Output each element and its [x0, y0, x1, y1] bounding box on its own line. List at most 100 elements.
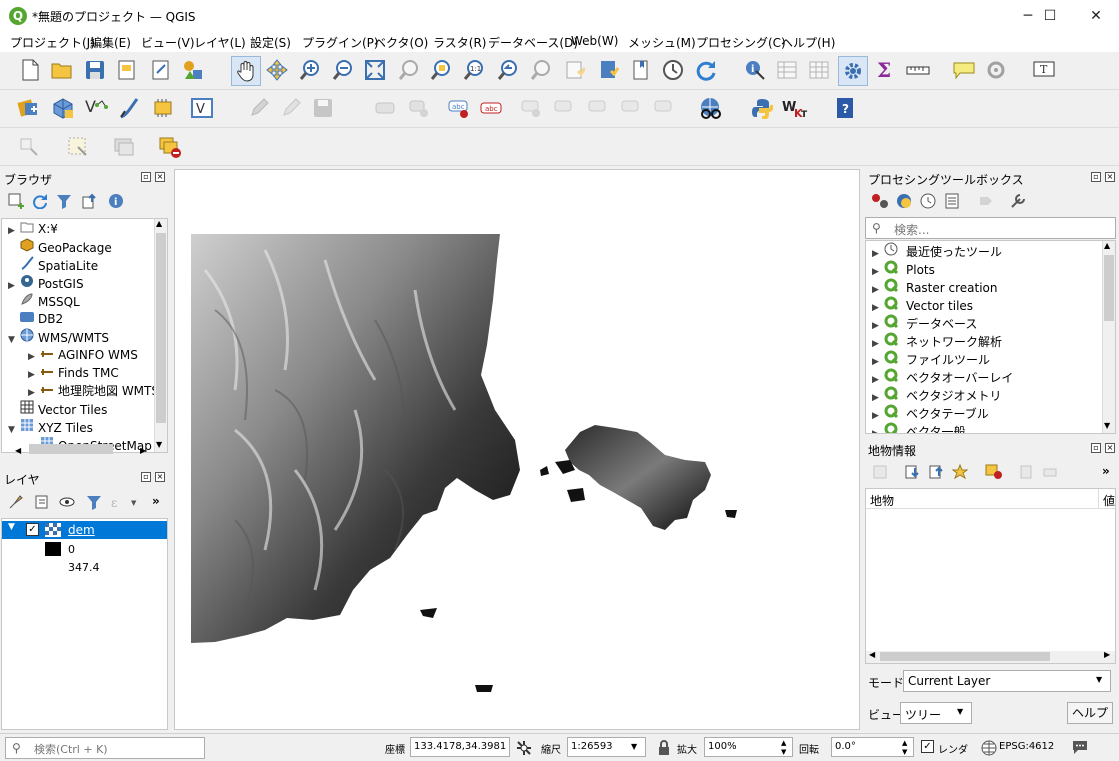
move-label-icon[interactable]: [586, 95, 612, 121]
menu-database[interactable]: データベース(D): [488, 34, 578, 51]
pan-map-icon[interactable]: [231, 56, 261, 86]
print-results-icon[interactable]: [1038, 460, 1062, 484]
value-column-header[interactable]: 値: [1098, 489, 1115, 508]
menu-web[interactable]: Web(W): [571, 34, 618, 48]
refresh-browser-icon[interactable]: [28, 189, 52, 213]
manage-visibility-icon[interactable]: [56, 490, 80, 514]
processing-scrollbar[interactable]: ▲ ▼: [1102, 241, 1115, 433]
filter-expression-icon[interactable]: ε: [106, 490, 130, 514]
zoom-full-icon[interactable]: [362, 57, 388, 83]
processing-item-vector-tiles[interactable]: ▶ Vector tiles: [872, 296, 973, 314]
change-label-icon[interactable]: [652, 95, 678, 121]
results-viewer-icon[interactable]: [940, 189, 964, 213]
view-select[interactable]: ツリー ▼: [900, 702, 972, 724]
menu-settings[interactable]: 設定(S): [250, 34, 291, 51]
data-source-manager-icon[interactable]: [16, 95, 42, 121]
identify-overflow-icon[interactable]: »: [1102, 464, 1110, 478]
digitize-icon[interactable]: [16, 134, 42, 160]
processing-item-vector-general[interactable]: ▶ ベクタ一般: [872, 422, 966, 433]
deselect-features-icon[interactable]: [111, 134, 137, 160]
browser-item-wms[interactable]: ▼ WMS/WMTS: [8, 328, 109, 346]
processing-item-network[interactable]: ▶ ネットワーク解析: [872, 332, 1002, 350]
scroll-right-icon[interactable]: ▶: [1104, 650, 1110, 659]
browser-scrollbar[interactable]: ▲ ▼: [154, 219, 167, 452]
zoom-out-icon[interactable]: [330, 57, 356, 83]
crs-label[interactable]: EPSG:4612: [999, 741, 1054, 752]
scroll-right-icon[interactable]: ▶: [140, 446, 146, 455]
menu-layer[interactable]: レイヤ(L): [194, 34, 246, 51]
scroll-thumb[interactable]: [1104, 255, 1114, 321]
filter-browser-icon[interactable]: [52, 189, 76, 213]
processing-options-icon[interactable]: [1006, 189, 1030, 213]
save-project-icon[interactable]: [82, 57, 108, 83]
pan-to-selection-icon[interactable]: [264, 57, 290, 83]
python-console-icon[interactable]: [749, 95, 775, 121]
browser-item-spatialite[interactable]: SpatiaLite: [8, 256, 98, 274]
menu-mesh[interactable]: メッシュ(M): [628, 34, 696, 51]
label-highlight-icon[interactable]: abc: [478, 95, 504, 121]
expand-tree-icon[interactable]: [868, 460, 892, 484]
scroll-thumb[interactable]: [156, 233, 166, 423]
browser-item-postgis[interactable]: ▶ PostGIS: [8, 274, 84, 292]
menu-edit[interactable]: 編集(E): [90, 34, 131, 51]
collapse-arrow-icon[interactable]: ▼: [8, 421, 20, 439]
style-layers-icon[interactable]: [4, 490, 28, 514]
rotation-field[interactable]: 0.0° ▲ ▼: [831, 737, 914, 757]
processing-item-vector-overlay[interactable]: ▶ ベクタオーバーレイ: [872, 368, 1013, 386]
browser-close-button[interactable]: ×: [155, 172, 165, 182]
wkt-plugin-icon[interactable]: WKT: [782, 95, 808, 121]
deselect-all-layers-icon[interactable]: [157, 134, 183, 160]
clear-results-icon[interactable]: [982, 460, 1006, 484]
new-geopackage-layer-icon[interactable]: [50, 95, 76, 121]
zoom-in-icon[interactable]: [297, 57, 323, 83]
filter-legend-icon[interactable]: [82, 490, 106, 514]
processing-float-button[interactable]: ▫: [1091, 172, 1101, 182]
map-tips-icon[interactable]: [951, 57, 977, 83]
statistical-summary-icon[interactable]: Σ: [873, 57, 899, 83]
menu-help[interactable]: ヘルプ(H): [781, 34, 835, 51]
scroll-up-icon[interactable]: ▲: [156, 219, 162, 228]
browser-item-aginfo[interactable]: ▶ AGINFO WMS: [28, 346, 138, 364]
processing-toolbox-icon[interactable]: [838, 56, 868, 86]
map-canvas[interactable]: [174, 169, 860, 730]
models-icon[interactable]: [868, 189, 892, 213]
toggle-extents-icon[interactable]: [515, 739, 533, 760]
browser-item-xyz[interactable]: ▼ XYZ Tiles: [8, 418, 93, 436]
zoom-to-layer-icon[interactable]: [428, 57, 454, 83]
zoom-to-selection-icon[interactable]: [396, 57, 422, 83]
browser-item-db2[interactable]: DB2: [8, 310, 63, 328]
layer-name[interactable]: dem: [68, 523, 95, 537]
text-annotation-icon[interactable]: T: [1031, 57, 1057, 83]
scroll-down-icon[interactable]: ▼: [156, 440, 162, 449]
expand-arrow-icon[interactable]: ▶: [872, 425, 884, 433]
processing-item-vector-geometry[interactable]: ▶ ベクタジオメトリ: [872, 386, 1002, 404]
menu-raster[interactable]: ラスタ(R): [433, 34, 486, 51]
browser-item-vector-tiles[interactable]: Vector Tiles: [8, 400, 107, 418]
identify-hscrollbar[interactable]: ◀ ▶: [866, 650, 1115, 663]
close-button[interactable]: ✕: [1073, 0, 1119, 32]
new-memory-layer-icon[interactable]: [150, 95, 176, 121]
processing-item-recent[interactable]: ▶ 最近使ったツール: [872, 242, 1002, 260]
new-bookmark-icon[interactable]: [562, 57, 588, 83]
select-feature-icon[interactable]: [948, 460, 972, 484]
menu-processing[interactable]: プロセシング(C): [696, 34, 786, 51]
scroll-up-icon[interactable]: ▲: [1104, 241, 1110, 250]
collapse-all-icon[interactable]: [78, 189, 102, 213]
spin-down-icon[interactable]: ▼: [781, 743, 786, 761]
processing-item-raster-creation[interactable]: ▶ Raster creation: [872, 278, 998, 296]
measure-line-icon[interactable]: [906, 57, 932, 83]
open-project-icon[interactable]: [49, 57, 75, 83]
browser-item-geopackage[interactable]: GeoPackage: [8, 238, 112, 256]
expand-all-icon[interactable]: [900, 460, 924, 484]
lock-scale-icon[interactable]: [657, 740, 671, 759]
scripts-icon[interactable]: [892, 189, 916, 213]
browser-item-finds[interactable]: ▶ Finds TMC: [28, 364, 119, 382]
layer-visibility-checkbox[interactable]: ✓: [26, 523, 39, 536]
style-manager-icon[interactable]: [180, 57, 206, 83]
attribute-table-icon[interactable]: [774, 57, 800, 83]
spatial-bookmarks-icon[interactable]: [628, 57, 654, 83]
select-features-icon[interactable]: [65, 134, 91, 160]
render-checkbox[interactable]: ✓: [921, 740, 934, 753]
new-shapefile-layer-icon[interactable]: V: [83, 95, 109, 121]
browser-float-button[interactable]: ▫: [141, 172, 151, 182]
